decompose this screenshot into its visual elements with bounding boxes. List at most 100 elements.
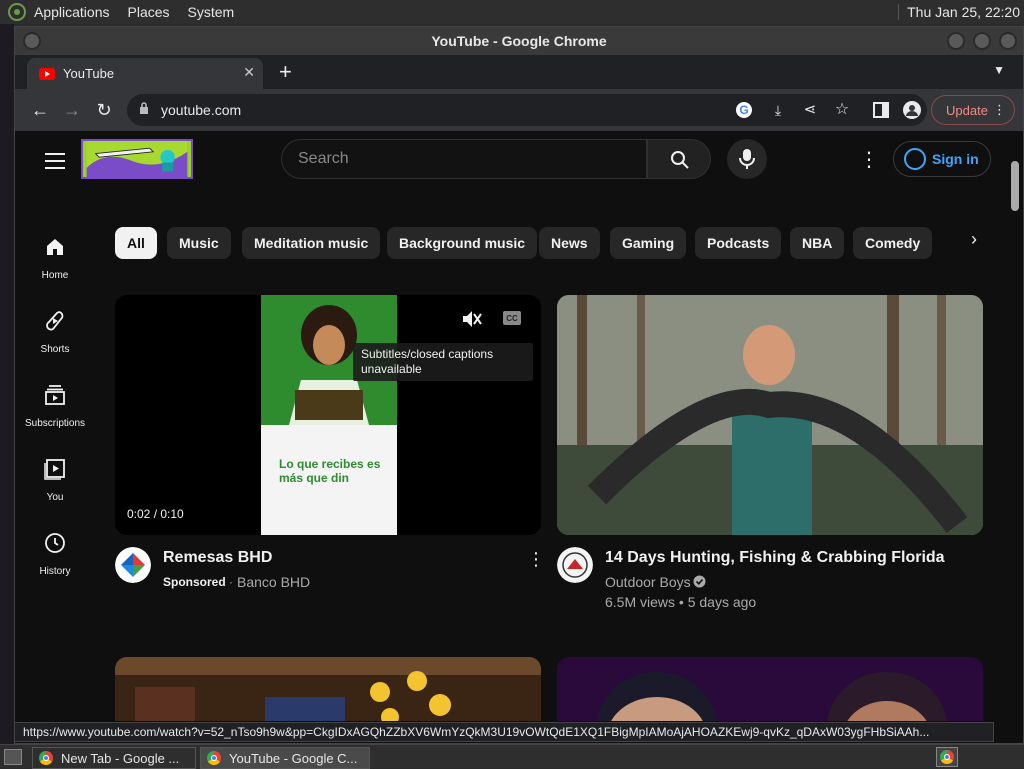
- chip-nba[interactable]: NBA: [790, 227, 845, 259]
- window-titlebar[interactable]: YouTube - Google Chrome: [15, 27, 1023, 55]
- url-text[interactable]: youtube.com: [161, 102, 241, 118]
- lock-icon[interactable]: [139, 102, 149, 114]
- svg-text:CC: CC: [506, 314, 518, 323]
- share-icon[interactable]: ⋖: [799, 99, 821, 121]
- settings-more-icon[interactable]: ⋮: [859, 147, 879, 172]
- ad-overlay-text: Lo que recibes es más que din: [279, 457, 381, 485]
- youtube-page: Search ⋮ Sign in Home Shorts Subscriptio…: [15, 131, 1023, 721]
- chrome-menu-icon[interactable]: ⋮: [993, 102, 1006, 118]
- youtube-doodle-logo[interactable]: [81, 139, 193, 179]
- update-button[interactable]: Update ⋮: [931, 95, 1015, 125]
- taskbar: New Tab - Google ... YouTube - Google C.…: [0, 744, 1024, 769]
- you-icon: [44, 459, 65, 480]
- chip-podcasts[interactable]: Podcasts: [695, 227, 782, 259]
- tab-close-icon[interactable]: ✕: [243, 64, 255, 81]
- search-icon: [671, 151, 689, 169]
- task-label: New Tab - Google ...: [61, 750, 180, 766]
- scrollbar-thumb[interactable]: [1011, 161, 1019, 211]
- new-tab-button[interactable]: +: [279, 59, 292, 85]
- video-time: 0:02 / 0:10: [127, 507, 184, 521]
- task-label: YouTube - Google C...: [229, 750, 358, 766]
- close-window-button[interactable]: [999, 32, 1017, 50]
- clock[interactable]: Thu Jan 25, 22:20: [898, 4, 1020, 20]
- task-youtube[interactable]: YouTube - Google C...: [200, 747, 370, 769]
- channel-name[interactable]: Outdoor Boys: [605, 574, 691, 590]
- channel-avatar-outdoor-boys[interactable]: [557, 547, 593, 583]
- reload-icon[interactable]: ↻: [93, 99, 115, 121]
- nav-home[interactable]: Home: [15, 235, 95, 281]
- chip-background-music[interactable]: Background music: [387, 227, 538, 259]
- advertiser-name[interactable]: Banco BHD: [237, 574, 310, 590]
- sponsored-badge: Sponsored: [163, 575, 226, 589]
- chip-comedy[interactable]: Comedy: [853, 227, 933, 259]
- nav-history-label: History: [39, 566, 71, 577]
- history-icon: [45, 533, 65, 553]
- window-menu-icon[interactable]: [23, 32, 41, 50]
- top-panel: Applications Places System Thu Jan 25, 2…: [0, 0, 1024, 24]
- menu-places[interactable]: Places: [128, 4, 170, 20]
- nav-shorts[interactable]: Shorts: [15, 309, 95, 355]
- tab-search-chevron-icon[interactable]: ▼: [993, 63, 1005, 77]
- chips-next-chevron-icon[interactable]: ›: [971, 229, 977, 250]
- video-thumbnail-row2-right[interactable]: [557, 657, 983, 721]
- search-input[interactable]: Search: [281, 139, 647, 179]
- video-thumbnail-outdoor[interactable]: [557, 295, 983, 535]
- menu-applications[interactable]: Applications: [34, 4, 110, 20]
- chrome-icon: [207, 751, 221, 765]
- profile-icon[interactable]: [903, 101, 921, 119]
- desktop-edge: [0, 24, 14, 744]
- update-label: Update: [946, 102, 988, 118]
- install-app-icon[interactable]: ⤓: [767, 99, 789, 121]
- hamburger-menu-icon[interactable]: [45, 153, 65, 174]
- video-stats: 6.5M views • 5 days ago: [605, 594, 757, 610]
- nav-subscriptions[interactable]: Subscriptions: [15, 383, 95, 429]
- chip-music[interactable]: Music: [167, 227, 231, 259]
- restaurant-thumbnail-image: [115, 657, 541, 721]
- bookmark-star-icon[interactable]: ☆: [831, 99, 853, 121]
- workspace-switcher[interactable]: [936, 747, 958, 767]
- shorts-icon: [46, 311, 64, 331]
- outdoor-thumbnail-image: [557, 295, 983, 535]
- ad-video-frame: [261, 295, 397, 535]
- nav-home-label: Home: [41, 270, 69, 281]
- address-bar[interactable]: youtube.com G ⤓ ⋖ ☆: [127, 94, 927, 126]
- google-icon[interactable]: G: [735, 101, 753, 119]
- forward-arrow-icon[interactable]: →: [61, 99, 83, 121]
- channel-avatar-bhd[interactable]: [115, 547, 151, 583]
- show-desktop-icon[interactable]: [4, 749, 22, 765]
- tab-strip: YouTube ✕ + ▼: [15, 55, 1023, 89]
- video-title[interactable]: 14 Days Hunting, Fishing & Crabbing Flor…: [605, 549, 945, 567]
- side-panel-icon[interactable]: [873, 102, 889, 118]
- sign-in-button[interactable]: Sign in: [893, 141, 991, 177]
- maximize-button[interactable]: [973, 32, 991, 50]
- nav-subscriptions-label: Subscriptions: [24, 418, 86, 429]
- closed-captions-icon[interactable]: CC: [503, 311, 521, 325]
- chip-gaming[interactable]: Gaming: [610, 227, 687, 259]
- video-thumbnail-row2-left[interactable]: [115, 657, 541, 721]
- browser-window: YouTube - Google Chrome YouTube ✕ + ▼ ← …: [14, 26, 1024, 744]
- minimize-button[interactable]: [947, 32, 965, 50]
- search-button[interactable]: [647, 139, 711, 179]
- chip-news[interactable]: News: [539, 227, 600, 259]
- chrome-icon: [39, 751, 53, 765]
- chip-all[interactable]: All: [115, 227, 157, 259]
- nav-you-label: You: [46, 492, 64, 503]
- menu-system[interactable]: System: [188, 4, 235, 20]
- muted-speaker-icon[interactable]: [461, 309, 483, 329]
- chip-meditation-music[interactable]: Meditation music: [242, 227, 381, 259]
- window-title: YouTube - Google Chrome: [431, 33, 607, 49]
- tab-youtube[interactable]: YouTube ✕: [27, 58, 263, 89]
- nav-history[interactable]: History: [15, 531, 95, 577]
- chrome-icon: [940, 750, 954, 764]
- nav-you[interactable]: You: [15, 457, 95, 503]
- video-thumbnail-ad[interactable]: Lo que recibes es más que din CC 0:02 / …: [115, 295, 541, 535]
- voice-search-button[interactable]: [727, 139, 767, 179]
- dot-separator: ·: [229, 575, 233, 589]
- back-arrow-icon[interactable]: ←: [29, 99, 51, 121]
- tab-title: YouTube: [63, 66, 115, 81]
- video-title[interactable]: Remesas BHD: [163, 549, 272, 567]
- captions-tooltip: Subtitles/closed captions unavailable: [353, 343, 533, 381]
- video-more-icon[interactable]: ⋮: [527, 549, 545, 570]
- task-new-tab[interactable]: New Tab - Google ...: [32, 747, 196, 769]
- distro-logo-icon[interactable]: [8, 3, 26, 21]
